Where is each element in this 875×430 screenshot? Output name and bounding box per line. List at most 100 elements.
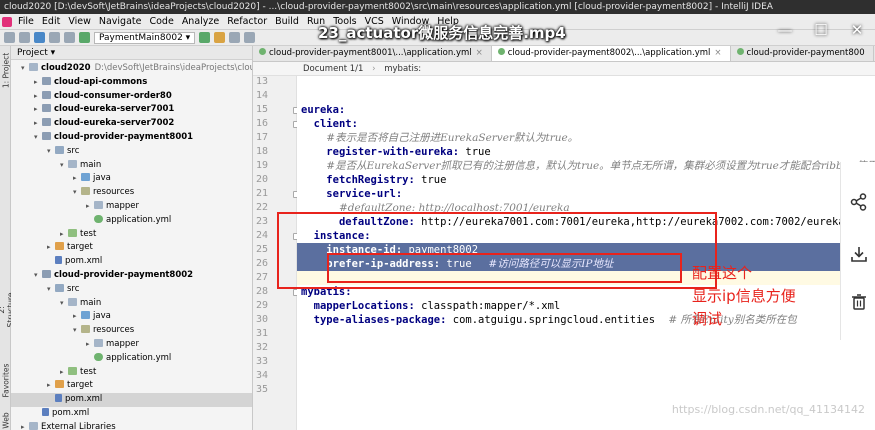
tree-item[interactable]: ▸ target	[11, 241, 93, 255]
run-configuration-select[interactable]: PaymentMain8002 ▾	[94, 31, 196, 44]
build-icon[interactable]	[79, 32, 90, 43]
editor-tab[interactable]: cloud-provider-payment8002\...\applicati…	[491, 46, 731, 61]
back-icon[interactable]	[49, 32, 60, 43]
tool-stripe-project[interactable]: 1: Project	[2, 51, 11, 91]
coverage-icon[interactable]	[229, 32, 241, 43]
stop-icon[interactable]	[244, 32, 256, 43]
folder-icon	[94, 339, 103, 347]
editor-tab-label: cloud-provider-payment800	[746, 48, 865, 58]
tree-item[interactable]: pom.xml	[11, 393, 252, 407]
tree-item[interactable]: ▸ test	[11, 228, 96, 242]
tab-close-icon[interactable]: ×	[476, 48, 483, 58]
debug-icon[interactable]	[214, 32, 226, 43]
tree-item-label: test	[80, 366, 97, 377]
expand-arrow-icon[interactable]: ▾	[47, 283, 55, 297]
breadcrumb-document[interactable]: Document 1/1	[303, 64, 363, 74]
line-number: 19	[255, 160, 268, 171]
tree-item[interactable]: ▸ java	[11, 310, 111, 324]
run-icon[interactable]	[199, 32, 211, 43]
expand-arrow-icon[interactable]: ▾	[60, 159, 68, 173]
collapse-arrow-icon[interactable]: ▸	[73, 310, 81, 324]
tree-item[interactable]: ▾ src	[11, 283, 79, 297]
collapse-arrow-icon[interactable]: ▸	[34, 103, 42, 117]
expand-arrow-icon[interactable]: ▾	[34, 269, 42, 283]
line-number: 13	[255, 76, 268, 87]
tree-item[interactable]: application.yml	[11, 352, 171, 366]
tree-item[interactable]: ▸ test	[11, 366, 96, 380]
collapse-arrow-icon[interactable]: ▸	[34, 117, 42, 131]
editor-tab[interactable]: cloud-provider-payment8001\...\applicati…	[253, 46, 492, 61]
line-number: 22	[255, 202, 268, 213]
expand-arrow-icon[interactable]: ▾	[73, 186, 81, 200]
breadcrumb-separator: ›	[372, 64, 376, 74]
tree-item[interactable]: ▾ main	[11, 159, 101, 173]
expand-arrow-icon[interactable]: ▾	[73, 324, 81, 338]
tree-item[interactable]: ▸ mapper	[11, 200, 139, 214]
expand-arrow-icon[interactable]: ▾	[47, 145, 55, 159]
menu-code[interactable]: Code	[145, 16, 177, 27]
menu-build[interactable]: Build	[271, 16, 303, 27]
expand-arrow-icon[interactable]: ▾	[34, 131, 42, 145]
menu-view[interactable]: View	[64, 16, 95, 27]
download-icon[interactable]	[841, 234, 875, 274]
collapse-arrow-icon[interactable]: ▸	[60, 228, 68, 242]
pom-icon	[42, 408, 49, 416]
tree-item[interactable]: ▸ cloud-eureka-server7002	[11, 117, 174, 131]
expand-arrow-icon[interactable]: ▾	[21, 62, 29, 76]
src-icon	[55, 145, 64, 154]
menu-refactor[interactable]: Refactor	[223, 16, 271, 27]
share-icon[interactable]	[841, 182, 875, 222]
collapse-arrow-icon[interactable]: ▸	[73, 172, 81, 186]
tree-item[interactable]: ▸ java	[11, 172, 111, 186]
tree-item[interactable]: ▸ target	[11, 379, 93, 393]
tree-item[interactable]: ▾ cloud-provider-payment8001	[11, 131, 193, 145]
tree-item[interactable]: ▸ mapper	[11, 338, 139, 352]
tree-item[interactable]: ▾ src	[11, 145, 79, 159]
tool-stripe-web[interactable]: Web	[2, 401, 11, 430]
project-panel-header[interactable]: Project ▾	[11, 46, 252, 60]
tree-item[interactable]: ▾ cloud2020 D:\devSoft\JetBrains\ideaProje…	[11, 62, 252, 76]
editor-tab[interactable]: cloud-provider-payment800	[731, 46, 874, 61]
line-number: 15	[255, 104, 268, 115]
collapse-arrow-icon[interactable]: ▸	[60, 366, 68, 380]
minimize-icon[interactable]: —	[767, 16, 803, 44]
collapse-arrow-icon[interactable]: ▸	[86, 338, 94, 352]
code-token: fetchRegistry:	[326, 174, 415, 186]
expand-arrow-icon[interactable]: ▾	[60, 297, 68, 311]
tree-item[interactable]: pom.xml	[11, 407, 89, 421]
close-icon[interactable]: ✕	[839, 16, 875, 44]
tree-item[interactable]: ▾ resources	[11, 324, 134, 338]
tree-item-label: mapper	[106, 339, 140, 349]
tree-item[interactable]: ▸ External Libraries	[11, 421, 116, 430]
menu-analyze[interactable]: Analyze	[178, 16, 223, 27]
tree-item[interactable]: ▸ cloud-eureka-server7001	[11, 103, 174, 117]
sync-icon[interactable]	[34, 32, 45, 43]
collapse-arrow-icon[interactable]: ▸	[47, 241, 55, 255]
save-all-icon[interactable]	[19, 32, 30, 43]
tree-item[interactable]: ▸ cloud-consumer-order80	[11, 90, 172, 104]
menu-file[interactable]: File	[14, 16, 38, 27]
video-title-overlay: 23_actuator微服务信息完善.mp4	[318, 24, 566, 42]
collapse-arrow-icon[interactable]: ▸	[47, 379, 55, 393]
open-folder-icon[interactable]	[4, 32, 15, 43]
collapse-arrow-icon[interactable]: ▸	[34, 76, 42, 90]
tool-stripe-favorites[interactable]: Favorites	[2, 361, 11, 401]
tree-item-label: java	[93, 173, 111, 184]
tree-item[interactable]: application.yml	[11, 214, 171, 228]
menu-navigate[interactable]: Navigate	[95, 16, 146, 27]
menu-edit[interactable]: Edit	[38, 16, 64, 27]
delete-icon[interactable]	[841, 282, 875, 322]
collapse-arrow-icon[interactable]: ▸	[34, 90, 42, 104]
collapse-arrow-icon[interactable]: ▸	[21, 421, 29, 430]
tree-item[interactable]: pom.xml	[11, 255, 102, 269]
tab-close-icon[interactable]: ×	[714, 48, 721, 58]
tree-item[interactable]: ▸ cloud-api-commons	[11, 76, 147, 90]
tree-item[interactable]: ▾ cloud-provider-payment8002	[11, 269, 193, 283]
maximize-icon[interactable]: ☐	[803, 16, 839, 44]
tree-item[interactable]: ▾ main	[11, 297, 101, 311]
forward-icon[interactable]	[64, 32, 75, 43]
code-token: true	[459, 146, 491, 158]
collapse-arrow-icon[interactable]: ▸	[86, 200, 94, 214]
tree-item[interactable]: ▾ resources	[11, 186, 134, 200]
breadcrumb-node[interactable]: mybatis:	[384, 64, 421, 74]
